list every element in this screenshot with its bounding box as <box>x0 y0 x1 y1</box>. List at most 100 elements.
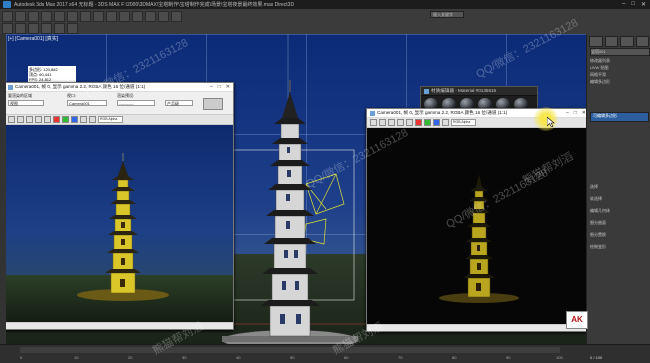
viewport-label-text: 视口: <box>67 93 77 98</box>
utilities-icon[interactable] <box>67 23 78 34</box>
camera-viewport[interactable]: [+] [Camera001] [真实] 多边形: 120,882 顶点: 60… <box>6 34 586 344</box>
render-mode-select[interactable]: 产品级 <box>165 100 193 106</box>
save-image-icon[interactable] <box>8 116 15 123</box>
frame-counter[interactable]: 0 / 100 <box>590 355 602 360</box>
main-toolbar: 键入关键字 <box>0 9 650 35</box>
motion-icon[interactable] <box>41 23 52 34</box>
command-panel-tabs <box>587 34 650 49</box>
move-icon[interactable] <box>67 11 78 22</box>
rollout-header[interactable]: 选择 <box>590 184 648 189</box>
alpha-channel-icon[interactable] <box>442 119 449 126</box>
rendered-frame-window-right[interactable]: Camera001, 帧 0, 显示 gamma 2.2, RGBA 颜色 16… <box>366 108 586 332</box>
frame-title-bar[interactable]: Camera001, 帧 0, 显示 gamma 2.2, RGBA 颜色 16… <box>6 83 233 92</box>
rollout-header[interactable]: 细分曲面 <box>590 220 648 225</box>
timeline-tick: 0 <box>20 355 23 360</box>
maximize-icon[interactable]: □ <box>574 110 577 116</box>
rotate-icon[interactable] <box>80 11 91 22</box>
link-icon[interactable] <box>28 11 39 22</box>
render-setup-icon[interactable] <box>158 11 169 22</box>
red-channel-icon[interactable] <box>415 119 422 126</box>
frame-settings: 要渲染的区域 视图 视口: Camera001 渲染预设: ----------… <box>6 92 233 115</box>
modifier-list-item[interactable]: 编辑多边形 <box>590 79 648 84</box>
minimize-icon[interactable]: – <box>210 84 213 90</box>
clone-frame-icon[interactable] <box>388 119 395 126</box>
rollout-header[interactable]: 绘制变形 <box>590 244 648 249</box>
minimize-icon[interactable]: – <box>566 110 569 116</box>
mirror-icon[interactable] <box>119 11 130 22</box>
render-button[interactable] <box>203 98 223 110</box>
minimize-icon[interactable]: – <box>622 1 625 8</box>
material-editor-icon[interactable] <box>145 11 156 22</box>
unlink-icon[interactable] <box>41 11 52 22</box>
scale-icon[interactable] <box>93 11 104 22</box>
maximize-icon[interactable]: □ <box>218 84 221 90</box>
save-image-icon[interactable] <box>370 119 377 126</box>
app-icon[interactable] <box>3 1 11 8</box>
frame-title: Camera001, 帧 0, 显示 gamma 2.2, RGBA 颜色 16… <box>377 110 508 115</box>
window-title: Autodesk 3ds Max 2017 x64 无标题 - 3DS MAX … <box>14 2 295 8</box>
create-icon[interactable] <box>2 23 13 34</box>
rollout-header[interactable]: 编辑几何体 <box>590 208 648 213</box>
rendered-image-right <box>367 128 586 326</box>
redo-icon[interactable] <box>15 11 26 22</box>
ak-logo: AK <box>566 311 588 329</box>
blue-channel-icon[interactable] <box>71 116 78 123</box>
modifier-list-item[interactable]: 网格平滑 <box>590 72 648 77</box>
hierarchy-icon[interactable] <box>28 23 39 34</box>
clear-icon[interactable] <box>44 116 51 123</box>
area-select[interactable]: 视图 <box>8 100 44 106</box>
hierarchy-tab[interactable] <box>620 36 634 47</box>
search-input[interactable]: 键入关键字 <box>430 11 464 18</box>
pagoda-model[interactable] <box>220 78 360 344</box>
modify-icon[interactable] <box>15 23 26 34</box>
material-editor-icon <box>424 88 429 94</box>
maximize-icon[interactable]: □ <box>631 1 635 8</box>
preset-select[interactable]: ----------- <box>117 100 155 106</box>
blue-channel-icon[interactable] <box>433 119 440 126</box>
modifier-list-item[interactable]: UVW 贴图 <box>590 65 648 70</box>
timeline-tick: 90 <box>506 355 511 360</box>
select-icon[interactable] <box>54 11 65 22</box>
frame-title: Camera001, 帧 0, 显示 gamma 2.2, RGBA 颜色 16… <box>15 84 146 89</box>
motion-tab[interactable] <box>635 36 649 47</box>
rollout-header[interactable]: 软选择 <box>590 196 648 201</box>
undo-icon[interactable] <box>2 11 13 22</box>
rendered-image-left <box>6 125 233 323</box>
alpha-channel-icon[interactable] <box>80 116 87 123</box>
align-icon[interactable] <box>132 11 143 22</box>
modifier-list-item[interactable]: 修改器列表 <box>590 58 648 63</box>
modifier-stack-selected[interactable]: 可编辑多边形 <box>590 112 649 122</box>
close-icon[interactable]: ✕ <box>641 1 646 8</box>
copy-image-icon[interactable] <box>17 116 24 123</box>
rendered-frame-window-left[interactable]: Camera001, 帧 0, 显示 gamma 2.2, RGBA 颜色 16… <box>6 82 234 330</box>
area-label: 要渲染的区域 <box>8 93 32 98</box>
timeline-tick: 10 <box>74 355 79 360</box>
copy-image-icon[interactable] <box>379 119 386 126</box>
create-tab[interactable] <box>589 36 603 47</box>
green-channel-icon[interactable] <box>424 119 431 126</box>
time-slider[interactable] <box>20 347 560 353</box>
material-editor-title: 材质编辑器 - Material #0135615 <box>431 88 497 93</box>
rollout-header[interactable]: 细分置换 <box>590 232 648 237</box>
channel-select[interactable]: RGB Alpha <box>98 116 123 123</box>
timeline-tick: 30 <box>182 355 187 360</box>
frame-status-bar <box>6 322 233 329</box>
green-channel-icon[interactable] <box>62 116 69 123</box>
print-icon[interactable] <box>35 116 42 123</box>
viewport-select[interactable]: Camera001 <box>67 100 107 106</box>
clear-icon[interactable] <box>406 119 413 126</box>
snap-icon[interactable] <box>106 11 117 22</box>
material-editor-title-bar[interactable]: 材质编辑器 - Material #0135615 <box>421 87 537 96</box>
display-icon[interactable] <box>54 23 65 34</box>
mono-icon[interactable] <box>89 116 96 123</box>
modify-tab[interactable] <box>604 36 618 47</box>
object-name-field[interactable]: 宝塔001 <box>590 48 650 56</box>
clone-frame-icon[interactable] <box>26 116 33 123</box>
close-icon[interactable]: ✕ <box>226 84 230 90</box>
render-icon[interactable] <box>171 11 182 22</box>
timeline-tick: 60 <box>344 355 349 360</box>
print-icon[interactable] <box>397 119 404 126</box>
toolbar-row-1 <box>2 11 182 22</box>
channel-select[interactable]: RGB Alpha <box>451 119 476 126</box>
red-channel-icon[interactable] <box>53 116 60 123</box>
